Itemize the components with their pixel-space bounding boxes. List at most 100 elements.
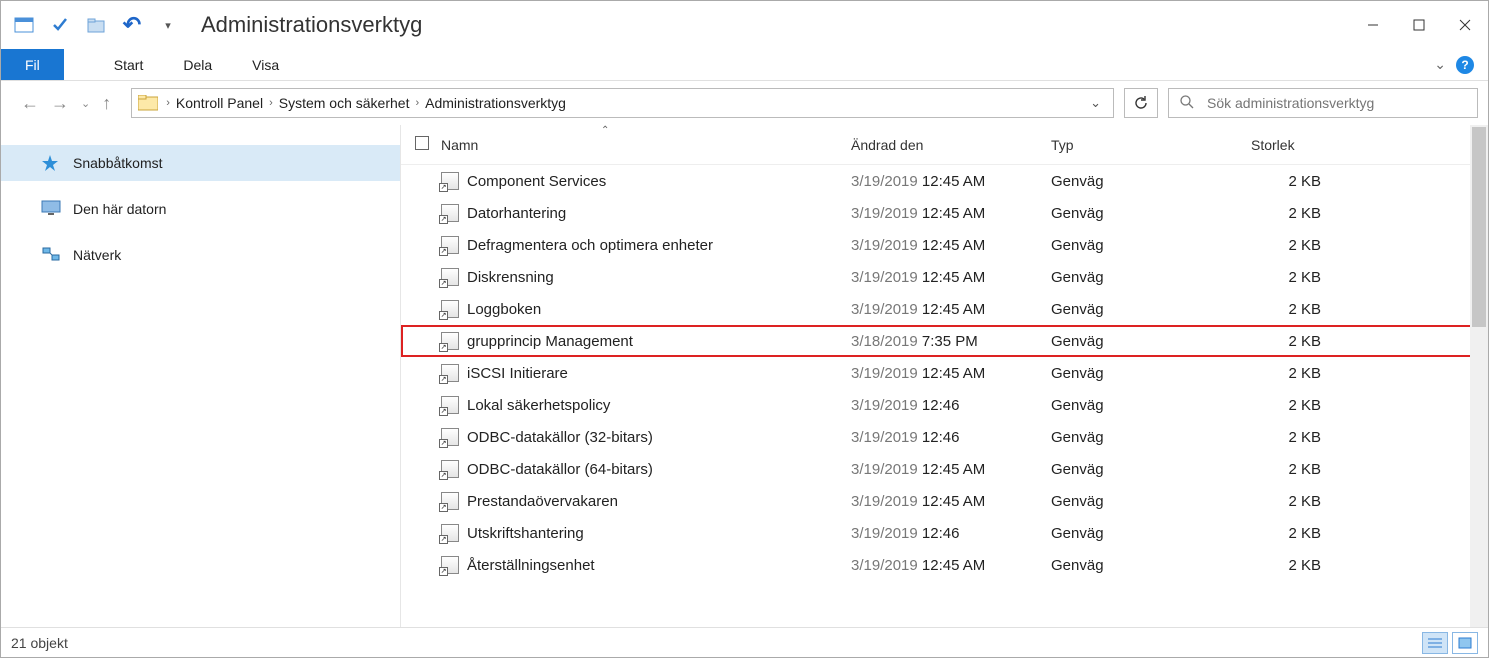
file-rows: ↗Component Services3/19/2019 12:45 AMGen… — [401, 165, 1488, 627]
column-size[interactable]: Storlek — [1251, 137, 1488, 153]
maximize-button[interactable] — [1396, 9, 1442, 41]
file-row[interactable]: ↗Diskrensning3/19/2019 12:45 AMGenväg2 K… — [401, 261, 1488, 293]
file-list-area: ⌃ Namn Ändrad den Typ Storlek ↗Component… — [401, 125, 1488, 627]
item-count: 21 — [11, 635, 27, 651]
file-type: Genväg — [1051, 205, 1251, 222]
titlebar: ↶ ▾ Administrationsverktyg — [1, 1, 1488, 49]
navigation-bar: ← → ⌄ ↑ › Kontroll Panel › System och sä… — [1, 81, 1488, 125]
file-date: 3/19/2019 12:45 AM — [851, 461, 1051, 478]
folder-icon — [138, 95, 158, 111]
column-headers: ⌃ Namn Ändrad den Typ Storlek — [401, 125, 1488, 165]
shortcut-icon: ↗ — [441, 236, 467, 254]
chevron-right-icon[interactable]: › — [267, 97, 275, 109]
scrollbar-thumb[interactable] — [1472, 127, 1486, 327]
window-controls — [1350, 9, 1488, 41]
history-dropdown-icon[interactable]: ⌄ — [81, 97, 90, 110]
column-name[interactable]: ⌃ Namn — [441, 137, 851, 153]
minimize-button[interactable] — [1350, 9, 1396, 41]
file-row[interactable]: ↗Lokal säkerhetspolicy3/19/2019 12:46Gen… — [401, 389, 1488, 421]
file-size: 2 KB — [1251, 461, 1351, 478]
up-button[interactable]: ↑ — [102, 93, 111, 114]
file-type: Genväg — [1051, 461, 1251, 478]
help-icon[interactable]: ? — [1456, 56, 1474, 74]
file-row[interactable]: ↗Datorhantering3/19/2019 12:45 AMGenväg2… — [401, 197, 1488, 229]
file-name: Utskriftshantering — [467, 525, 851, 542]
breadcrumb-item[interactable]: System och säkerhet — [275, 95, 414, 111]
tab-start[interactable]: Start — [94, 49, 164, 80]
file-type: Genväg — [1051, 173, 1251, 190]
file-date: 3/19/2019 12:45 AM — [851, 269, 1051, 286]
breadcrumb-item[interactable]: Administrationsverktyg — [421, 95, 570, 111]
refresh-button[interactable] — [1124, 88, 1158, 118]
file-row[interactable]: ↗ODBC-datakällor (64-bitars)3/19/2019 12… — [401, 453, 1488, 485]
sidebar-item-label: Nätverk — [73, 247, 121, 263]
scrollbar[interactable] — [1470, 125, 1488, 627]
forward-button[interactable]: → — [51, 93, 69, 114]
file-row[interactable]: ↗Utskriftshantering3/19/2019 12:46Genväg… — [401, 517, 1488, 549]
file-row[interactable]: ↗Prestandaövervakaren3/19/2019 12:45 AMG… — [401, 485, 1488, 517]
file-row[interactable]: ↗grupprincip Management3/18/2019 7:35 PM… — [401, 325, 1488, 357]
file-name: Lokal säkerhetspolicy — [467, 397, 851, 414]
navigation-pane: Snabbåtkomst Den här datorn Nätverk — [1, 125, 401, 627]
column-type[interactable]: Typ — [1051, 137, 1251, 153]
new-folder-icon[interactable] — [85, 14, 107, 36]
file-type: Genväg — [1051, 557, 1251, 574]
file-row[interactable]: ↗iSCSI Initierare3/19/2019 12:45 AMGenvä… — [401, 357, 1488, 389]
tab-visa[interactable]: Visa — [232, 49, 299, 80]
sidebar-item-quickaccess[interactable]: Snabbåtkomst — [1, 145, 400, 181]
sidebar-item-network[interactable]: Nätverk — [1, 237, 400, 273]
details-view-button[interactable] — [1422, 632, 1448, 654]
star-icon — [41, 154, 61, 172]
select-all-checkbox[interactable] — [415, 136, 441, 153]
close-button[interactable] — [1442, 9, 1488, 41]
file-size: 2 KB — [1251, 525, 1351, 542]
content-pane: Snabbåtkomst Den här datorn Nätverk ⌃ Na… — [1, 125, 1488, 627]
chevron-right-icon[interactable]: › — [413, 97, 421, 109]
file-name: Loggboken — [467, 301, 851, 318]
file-type: Genväg — [1051, 397, 1251, 414]
monitor-icon — [41, 200, 61, 218]
file-size: 2 KB — [1251, 301, 1351, 318]
file-name: Datorhantering — [467, 205, 851, 222]
qat-dropdown-icon[interactable]: ▾ — [157, 14, 179, 36]
search-box[interactable] — [1168, 88, 1478, 118]
sidebar-item-thispc[interactable]: Den här datorn — [1, 191, 400, 227]
file-date: 3/18/2019 7:35 PM — [851, 333, 1051, 350]
file-date: 3/19/2019 12:45 AM — [851, 557, 1051, 574]
chevron-right-icon[interactable]: › — [164, 97, 172, 109]
file-row[interactable]: ↗Component Services3/19/2019 12:45 AMGen… — [401, 165, 1488, 197]
file-date: 3/19/2019 12:45 AM — [851, 493, 1051, 510]
file-row[interactable]: ↗ODBC-datakällor (32-bitars)3/19/2019 12… — [401, 421, 1488, 453]
file-date: 3/19/2019 12:45 AM — [851, 301, 1051, 318]
app-icon — [13, 14, 35, 36]
file-type: Genväg — [1051, 333, 1251, 350]
file-tab[interactable]: Fil — [1, 49, 64, 80]
file-date: 3/19/2019 12:46 — [851, 429, 1051, 446]
file-size: 2 KB — [1251, 365, 1351, 382]
file-row[interactable]: ↗Defragmentera och optimera enheter3/19/… — [401, 229, 1488, 261]
column-date[interactable]: Ändrad den — [851, 137, 1051, 153]
item-count-label: objekt — [30, 635, 67, 651]
properties-icon[interactable] — [49, 14, 71, 36]
file-type: Genväg — [1051, 269, 1251, 286]
breadcrumb-item[interactable]: Kontroll Panel — [172, 95, 267, 111]
tab-dela[interactable]: Dela — [163, 49, 232, 80]
file-size: 2 KB — [1251, 173, 1351, 190]
file-row[interactable]: ↗Loggboken3/19/2019 12:45 AMGenväg2 KB — [401, 293, 1488, 325]
file-name: grupprincip Management — [467, 333, 851, 350]
address-dropdown-icon[interactable]: ⌄ — [1084, 95, 1107, 111]
undo-icon[interactable]: ↶ — [121, 14, 143, 36]
file-name: Component Services — [467, 173, 851, 190]
back-button[interactable]: ← — [21, 93, 39, 114]
search-icon — [1179, 94, 1195, 113]
shortcut-icon: ↗ — [441, 172, 467, 190]
file-type: Genväg — [1051, 429, 1251, 446]
file-date: 3/19/2019 12:45 AM — [851, 237, 1051, 254]
search-input[interactable] — [1207, 95, 1467, 111]
ribbon-expand-icon[interactable]: ⌄ — [1434, 56, 1446, 73]
file-date: 3/19/2019 12:45 AM — [851, 173, 1051, 190]
file-row[interactable]: ↗Återställningsenhet3/19/2019 12:45 AMGe… — [401, 549, 1488, 581]
address-bar[interactable]: › Kontroll Panel › System och säkerhet ›… — [131, 88, 1114, 118]
thumbnails-view-button[interactable] — [1452, 632, 1478, 654]
file-name: ODBC-datakällor (64-bitars) — [467, 461, 851, 478]
